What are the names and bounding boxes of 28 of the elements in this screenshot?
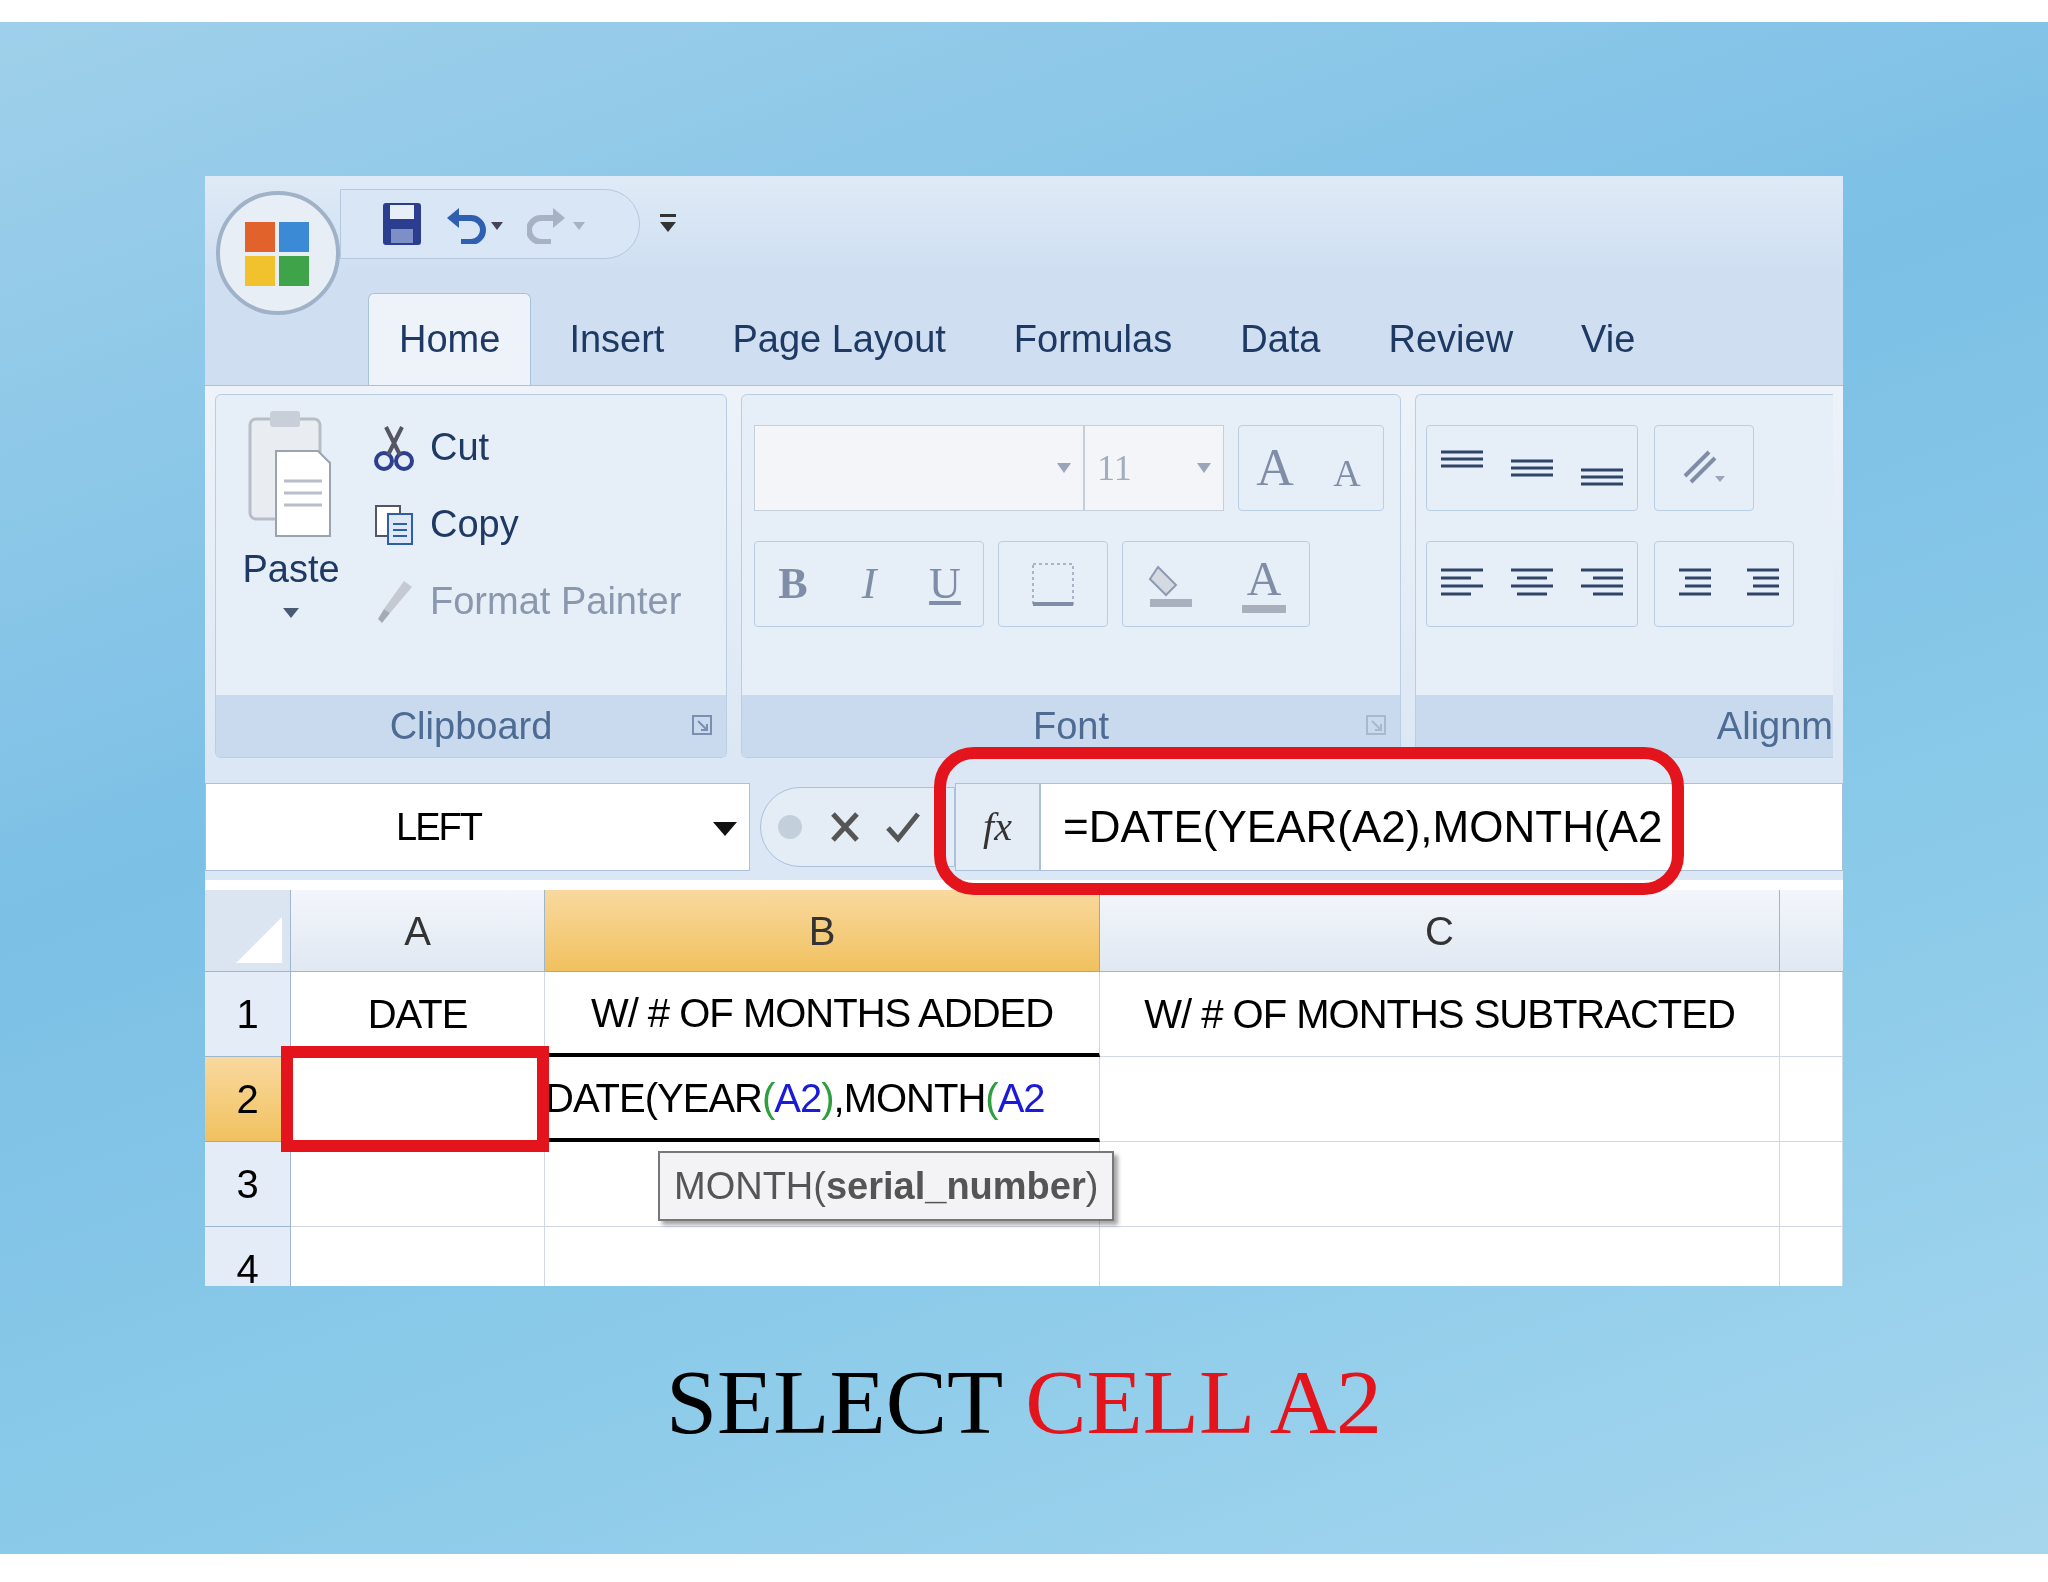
group-label: Alignm [1416, 695, 1833, 757]
column-header[interactable]: A [291, 890, 545, 972]
formula-input[interactable]: =DATE(YEAR(A2),MONTH(A2 [1040, 783, 1843, 871]
insert-function-button[interactable]: fx [955, 783, 1040, 871]
row-header[interactable]: 3 [205, 1142, 291, 1227]
table-cell-text: W/ # OF MONTHS SUBTRACTED [1144, 991, 1735, 1038]
row-header[interactable]: 1 [205, 972, 291, 1057]
table-cell-text: DATE [367, 991, 468, 1038]
ribbon-tab[interactable]: Data [1210, 293, 1351, 385]
name-box[interactable]: LEFT [205, 783, 750, 871]
function-tooltip: MONTH(serial_number) [658, 1151, 1115, 1221]
ribbon-tab[interactable]: Review [1358, 293, 1544, 385]
row-header[interactable]: 4 [205, 1227, 291, 1286]
ribbon-tab[interactable]: Vie [1551, 293, 1666, 385]
ribbon-tab[interactable]: Formulas [983, 293, 1203, 385]
ribbon-tab[interactable]: Insert [539, 293, 695, 385]
paste-button[interactable]: Paste [236, 405, 346, 618]
column-header[interactable]: B [545, 890, 1100, 972]
ribbon-tab[interactable]: Page Layout [702, 293, 976, 385]
clipboard-item-button[interactable]: Copy [374, 496, 682, 553]
group-label: Clipboard [216, 695, 726, 757]
clipboard-item-button[interactable]: Cut [374, 419, 682, 476]
table-cell-text: W/ # OF MONTHS ADDED [590, 989, 1054, 1037]
ribbon-tab[interactable]: Home [368, 293, 532, 385]
column-header[interactable]: C [1100, 890, 1780, 972]
caption-text: CELL A2 [1025, 1356, 1383, 1448]
caption-text: SELECT [665, 1356, 1004, 1448]
cell-formula[interactable]: DATE(YEAR(A2),MONTH(A2 [545, 1067, 1045, 1128]
